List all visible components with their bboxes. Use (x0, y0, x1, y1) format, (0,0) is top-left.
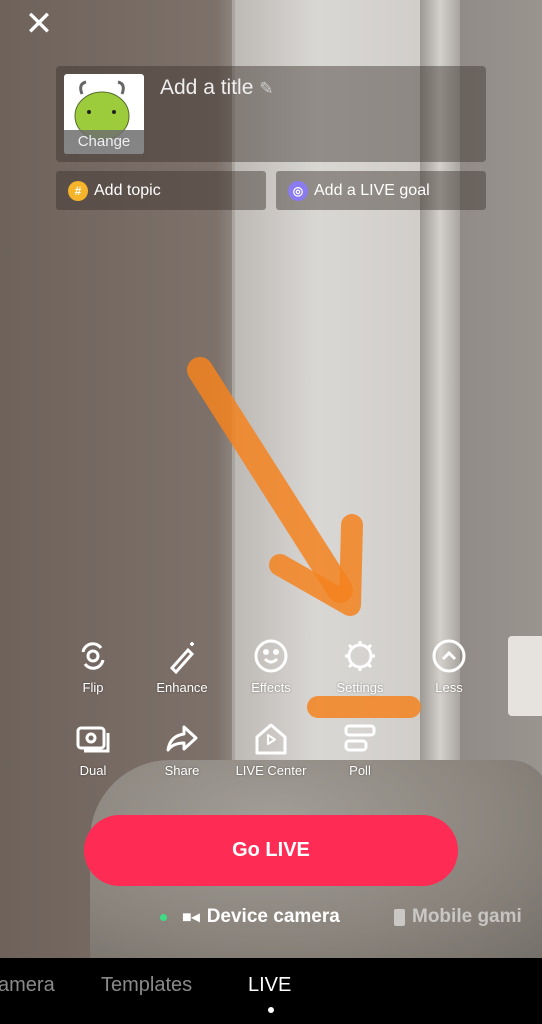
share-arrow-icon (166, 725, 198, 752)
video-camera-icon: ■◂ (182, 909, 200, 926)
device-camera-source[interactable]: ■◂ Device camera (160, 906, 340, 928)
less-button[interactable]: Less (404, 638, 494, 695)
tool-label: Flip (82, 680, 104, 695)
chevron-up-icon (432, 639, 466, 673)
add-live-goal-button[interactable]: ◎ Add a LIVE goal (276, 171, 486, 210)
go-live-button[interactable]: Go LIVE (84, 815, 458, 886)
tool-label: Settings (336, 680, 384, 695)
live-center-house-icon (255, 723, 287, 755)
hashtag-icon: # (68, 180, 88, 201)
poll-button[interactable]: Poll (315, 721, 405, 778)
tab-live[interactable]: LIVE (248, 974, 291, 997)
add-topic-button[interactable]: # Add topic (56, 171, 266, 210)
tool-label: Less (435, 680, 463, 695)
title-placeholder: Add a title (160, 76, 254, 99)
mode-nav: amera Templates LIVE (0, 958, 542, 1024)
dual-button[interactable]: Dual (48, 721, 138, 778)
close-button[interactable]: ✕ (24, 7, 54, 41)
add-topic-label: Add topic (94, 181, 161, 199)
mobile-gaming-source[interactable]: Mobile gami (394, 906, 522, 928)
tab-camera[interactable]: amera (0, 974, 55, 997)
pencil-icon: ✎ (259, 79, 274, 98)
tool-label: Dual (79, 763, 107, 778)
effects-button[interactable]: Effects (226, 638, 316, 695)
share-button[interactable]: Share (137, 721, 227, 778)
enhance-button[interactable]: Enhance (137, 638, 227, 695)
flip-button[interactable]: Flip (48, 638, 138, 695)
device-camera-label: Device camera (206, 906, 340, 927)
tool-label: Share (164, 763, 200, 778)
magic-wand-icon (169, 642, 195, 674)
add-goal-label: Add a LIVE goal (314, 181, 430, 199)
live-center-button[interactable]: LIVE Center (226, 721, 316, 778)
mobile-gaming-label: Mobile gami (412, 906, 522, 927)
tool-label: Enhance (156, 680, 208, 695)
tool-label: LIVE Center (235, 763, 307, 778)
title-input[interactable]: Add a title ✎ (160, 76, 274, 100)
flip-camera-icon (81, 642, 105, 670)
tool-label: Poll (349, 763, 371, 778)
cover-image[interactable]: Change (64, 74, 144, 154)
phone-icon (394, 908, 405, 926)
poll-icon (344, 724, 376, 752)
active-dot-icon (160, 913, 167, 921)
tab-templates[interactable]: Templates (101, 974, 192, 997)
gear-icon (345, 641, 375, 671)
dual-camera-icon (76, 726, 110, 753)
title-card: Change Add a title ✎ (56, 66, 486, 162)
settings-button[interactable]: Settings (315, 638, 405, 695)
smiley-icon (254, 639, 288, 673)
active-tab-indicator (268, 1007, 274, 1013)
target-goal-icon: ◎ (288, 180, 308, 201)
change-cover-label: Change (64, 130, 144, 154)
tool-label: Effects (251, 680, 291, 695)
